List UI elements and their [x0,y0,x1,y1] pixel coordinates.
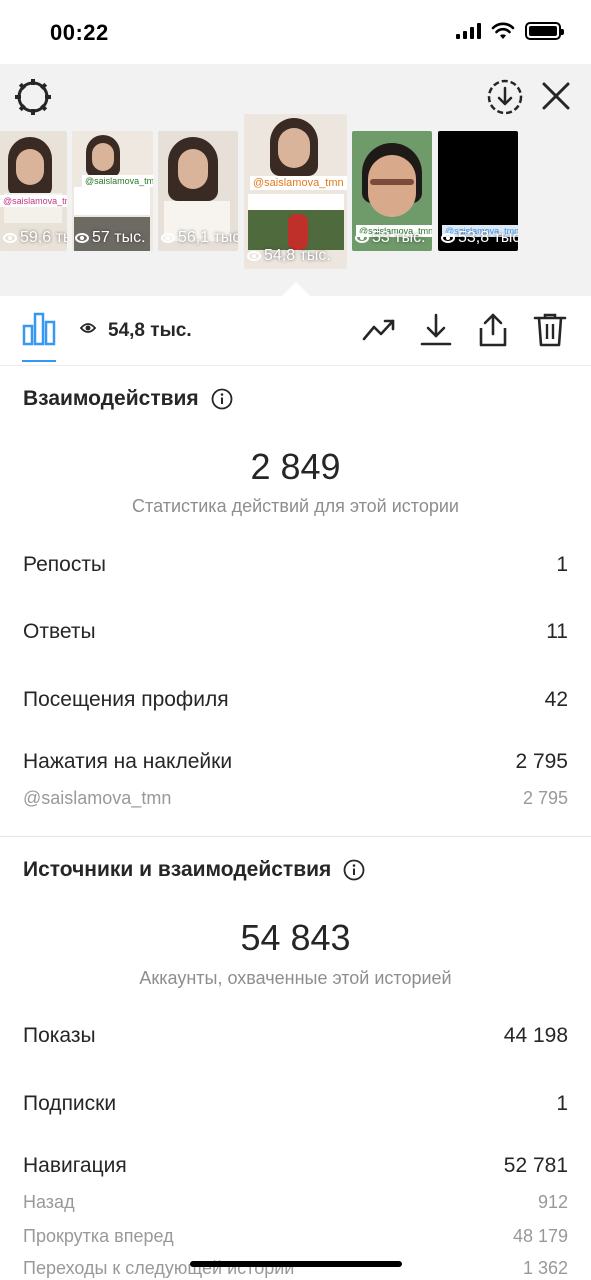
story-tag: @saislamova_tmn [82,175,153,187]
eye-icon [80,323,96,333]
stat-value: 1 362 [522,1258,568,1278]
story-views: 54,8 тыс. [247,247,331,265]
story-views: 53 тыс. [355,229,426,247]
stat-label: Подписки [23,1092,117,1115]
stat-label: Показы [23,1024,96,1047]
trash-icon[interactable] [532,312,568,348]
story-tag: @saislamova_tmn [0,195,67,207]
info-icon[interactable] [343,859,365,881]
story-views: 59,6 тыс. [3,229,67,247]
story-thumbnail[interactable]: @saislamova_tmn 53,8 тыс. [438,131,518,251]
stat-subrow-sticker-mention: @saislamova_tmn 2 795 [23,788,568,809]
insights-chart-icon[interactable] [22,312,56,346]
cellular-signal-icon [456,23,481,39]
story-thumbnails: @saislamova_tmn 59,6 тыс. @saislamova_tm… [0,114,591,274]
stat-label: Репосты [23,553,107,576]
reach-subtitle: Аккаунты, охваченные этой историей [139,968,452,988]
stat-label: Прокрутка вперед [23,1226,174,1246]
stat-row-sticker-taps: Нажатия на наклейки 2 795 [23,750,568,774]
stat-value: 42 [544,688,568,711]
save-story-icon[interactable] [486,78,524,116]
story-view-count: 54,8 тыс. [108,320,192,341]
interactions-total: 2 849 [250,446,341,487]
info-icon[interactable] [211,388,233,410]
reach-total: 54 843 [240,917,351,958]
share-icon[interactable] [475,312,511,348]
story-tag: @saislamova_tmn [250,176,347,190]
stat-label: Навигация [23,1154,127,1177]
story-views: 57 тыс. [75,229,146,247]
stat-value: 1 [556,553,568,576]
section-divider [0,836,591,837]
story-thumbnail[interactable]: @saislamova_tmn 57 тыс. [72,131,153,251]
stat-value: 11 [546,620,568,643]
section-heading: Источники и взаимодействия [23,858,332,881]
stat-value: 2 795 [522,788,568,808]
stat-value: 48 179 [512,1226,568,1246]
story-views: 53,8 тыс. [441,229,518,247]
gear-icon[interactable] [14,78,52,116]
stat-label: Нажатия на наклейки [23,750,233,773]
stat-row-reposts: Репосты 1 [23,553,568,577]
story-thumbnail[interactable]: @saislamova_tmn 53 тыс. [352,131,432,251]
stat-value: 2 795 [515,750,568,773]
status-time: 00:22 [50,20,109,45]
stat-row-follows: Подписки 1 [23,1092,568,1116]
stat-subrow-forward: Прокрутка вперед 48 179 [23,1226,568,1247]
stat-value: 52 781 [503,1154,568,1177]
status-icons [456,22,564,40]
battery-icon [525,22,564,40]
stat-subrow-back: Назад 912 [23,1192,568,1213]
stat-value: 44 198 [503,1024,568,1047]
promote-icon[interactable] [361,312,397,348]
stat-value: 912 [537,1192,568,1212]
stat-label: Ответы [23,620,96,643]
stat-row-navigation: Навигация 52 781 [23,1154,568,1178]
story-header: @saislamova_tmn 59,6 тыс. @saislamova_tm… [0,64,591,296]
story-thumbnail[interactable]: @saislamova_tmn 59,6 тыс. [0,131,67,251]
close-icon[interactable] [538,78,574,114]
stat-row-profile-visits: Посещения профиля 42 [23,688,568,712]
story-thumbnail[interactable]: 56,1 тыс. [158,131,238,251]
stat-row-replies: Ответы 11 [23,620,568,644]
insights-toolbar: 54,8 тыс. [0,296,591,366]
stat-label: Посещения профиля [23,688,229,711]
wifi-icon [491,22,515,39]
active-tab-indicator [22,360,56,362]
stat-label: Назад [23,1192,75,1212]
stat-label: @saislamova_tmn [23,788,172,808]
download-icon[interactable] [418,312,454,348]
story-views: 56,1 тыс. [161,229,238,247]
home-indicator[interactable] [190,1261,402,1267]
status-bar: 00:22 [0,0,591,64]
story-thumbnail-selected[interactable]: @saislamova_tmn 54,8 тыс. [244,114,347,269]
stat-row-impressions: Показы 44 198 [23,1024,568,1048]
section-heading: Взаимодействия [23,387,199,410]
stat-value: 1 [556,1092,568,1115]
discovery-title: Источники и взаимодействия [23,858,365,882]
interactions-subtitle: Статистика действий для этой истории [132,496,459,516]
interactions-title: Взаимодействия [23,387,233,411]
selected-story-pointer [282,282,310,296]
